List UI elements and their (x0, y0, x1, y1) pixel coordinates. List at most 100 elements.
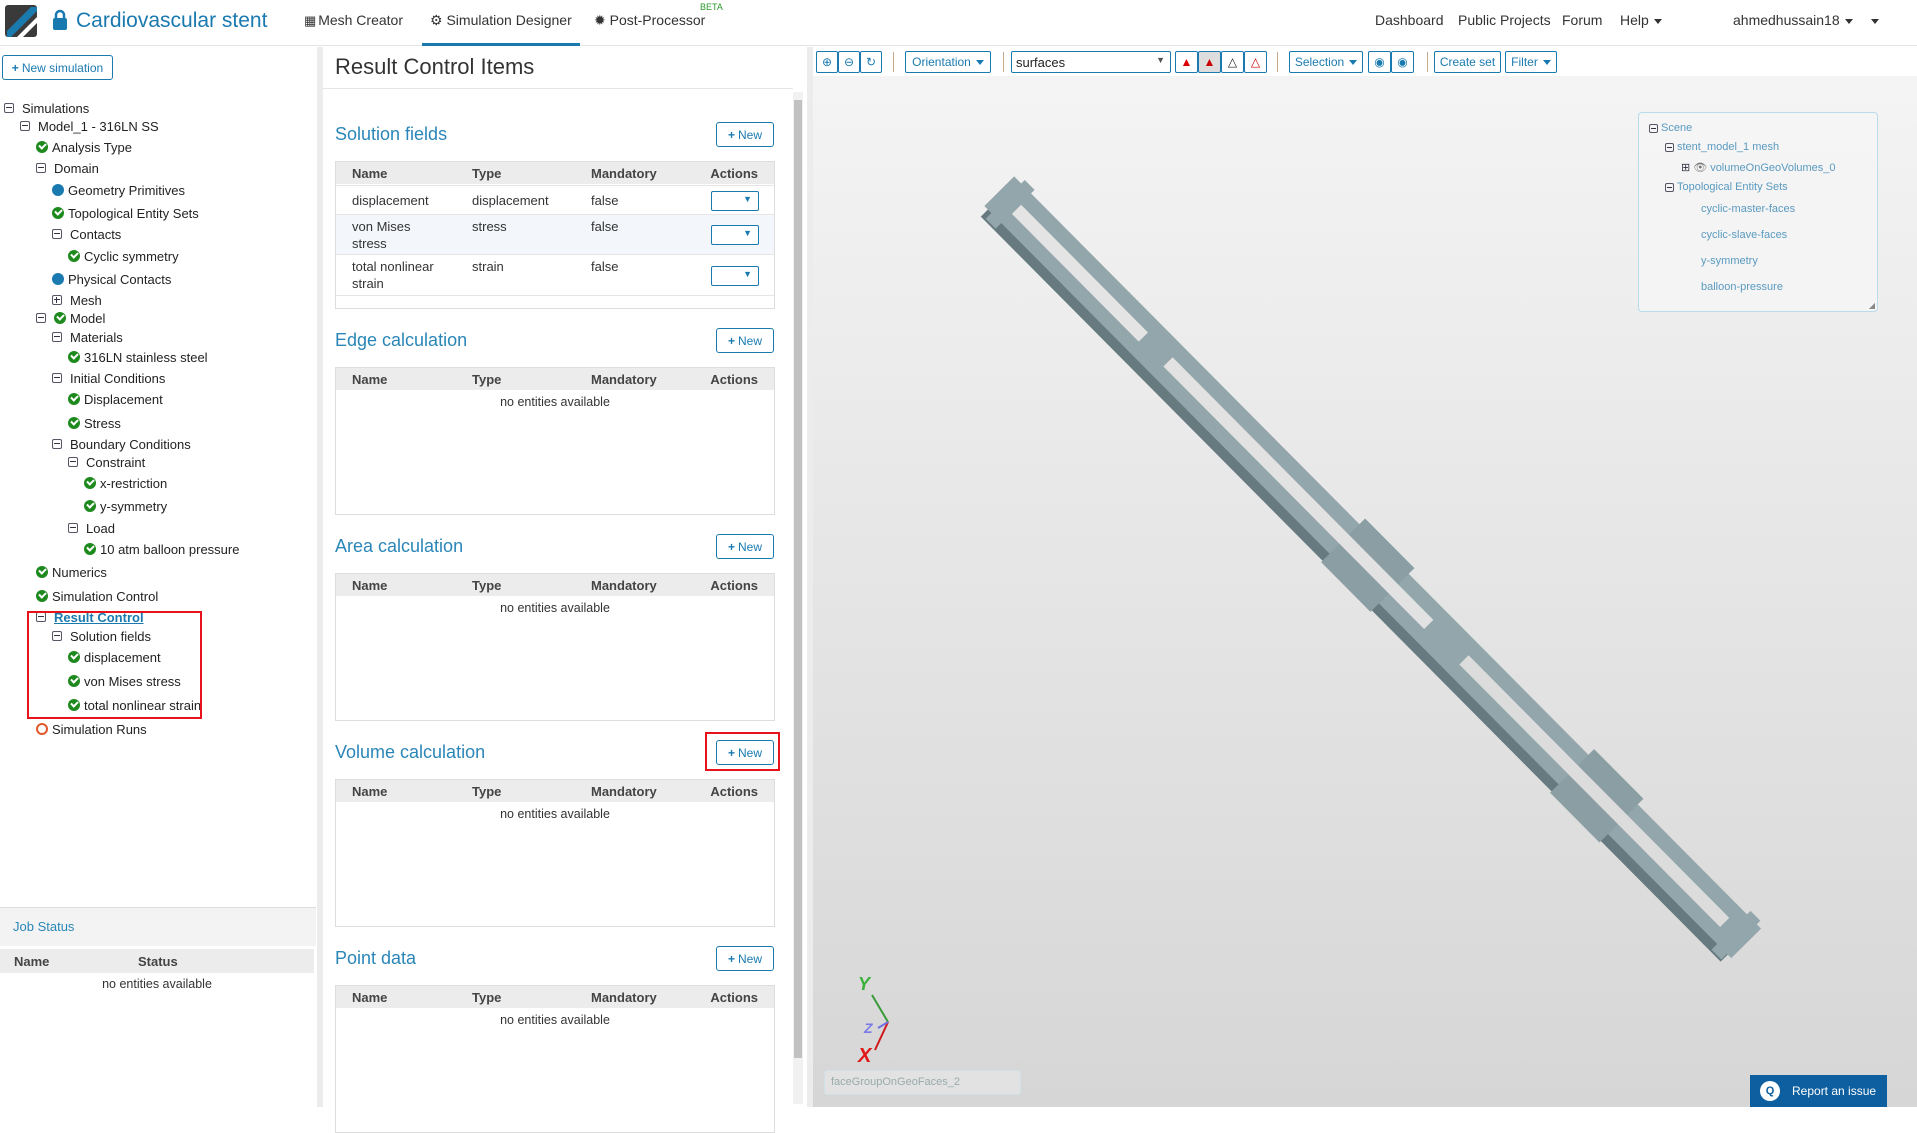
collapse-icon[interactable] (20, 121, 30, 131)
collapse-icon[interactable] (52, 229, 62, 239)
tree-item[interactable]: Stress (68, 414, 121, 432)
check-circle-icon (84, 477, 96, 489)
reset-view-button[interactable]: ↻ (860, 51, 882, 73)
column-header: Type (472, 578, 502, 593)
selection-dropdown[interactable]: Selection (1289, 51, 1363, 73)
render-mode-solid[interactable]: ▲ (1175, 51, 1198, 73)
zoom-out-button[interactable]: ⊖ (838, 51, 860, 73)
tree-item[interactable]: Numerics (36, 563, 107, 581)
tree-item[interactable]: Load (68, 519, 115, 537)
collapse-icon[interactable] (36, 163, 46, 173)
scene-root[interactable]: Scene (1649, 122, 1692, 134)
tree-item[interactable]: Geometry Primitives (52, 181, 185, 199)
tree-item[interactable]: Displacement (68, 390, 163, 408)
tree-item[interactable]: Simulations (4, 99, 89, 117)
new-button[interactable]: + New (716, 534, 774, 559)
tree-item[interactable]: Model_1 - 316LN SS (20, 117, 159, 135)
nav-post-processor[interactable]: ✹ Post-Processor (594, 12, 705, 29)
tree-item[interactable]: 10 atm balloon pressure (84, 540, 239, 558)
actions-dropdown[interactable] (711, 190, 759, 211)
create-set-button[interactable]: Create set (1434, 51, 1501, 73)
tree-item[interactable]: Topological Entity Sets (52, 204, 199, 222)
actions-dropdown[interactable] (711, 265, 759, 286)
eye-slash-icon: ◉ (1374, 55, 1385, 69)
scrollbar[interactable] (793, 92, 803, 1104)
tree-item[interactable]: Mesh (52, 291, 102, 309)
tree-item[interactable]: Contacts (52, 225, 121, 243)
actions-dropdown[interactable] (711, 225, 759, 245)
tree-item[interactable]: Materials (52, 328, 123, 346)
tree-item[interactable]: Analysis Type (36, 138, 132, 156)
collapse-icon[interactable] (52, 332, 62, 342)
highlight-box (705, 732, 780, 771)
tree-item[interactable]: Cyclic symmetry (68, 247, 179, 265)
tree-item-label: Initial Conditions (70, 370, 166, 386)
scene-volume[interactable]: ⊞ 👁 volumeOnGeoVolumes_0 (1681, 161, 1836, 175)
collapse-icon[interactable] (52, 373, 62, 383)
collapse-icon[interactable] (36, 313, 46, 323)
selected-entity-field[interactable]: faceGroupOnGeoFaces_2 (824, 1070, 1021, 1095)
user-menu[interactable]: ahmedhussain18 (1733, 12, 1853, 28)
collapse-icon[interactable] (4, 103, 14, 113)
table-cell: displacement (472, 193, 549, 208)
tree-item[interactable]: 316LN stainless steel (68, 348, 208, 366)
scene-sets[interactable]: Topological Entity Sets (1665, 181, 1788, 193)
tree-item-label: Analysis Type (52, 139, 132, 155)
new-button[interactable]: + New (716, 122, 774, 147)
app-logo[interactable] (5, 5, 37, 37)
orientation-dropdown[interactable]: Orientation (905, 51, 991, 73)
collapse-icon[interactable] (52, 439, 62, 449)
tree-item-label: Mesh (70, 292, 102, 308)
render-mode-wireframe[interactable]: △ (1221, 51, 1244, 73)
caret-down-icon: ▼ (1156, 55, 1165, 65)
eye-icon[interactable]: 👁 (1693, 161, 1707, 174)
render-mode-points[interactable]: △ (1244, 51, 1267, 73)
render-mode-solid-edges[interactable]: ▲ (1198, 51, 1221, 73)
tree-item[interactable]: Simulation Runs (36, 720, 147, 738)
divider (323, 88, 793, 89)
page-title: Result Control Items (335, 54, 535, 79)
new-button[interactable]: + New (716, 946, 774, 971)
extra-menu[interactable] (1866, 12, 1879, 28)
scene-set-item[interactable]: cyclic-master-faces (1701, 203, 1795, 215)
tree-item[interactable]: Constraint (68, 453, 145, 471)
new-button[interactable]: + New (716, 328, 774, 353)
tree-item[interactable]: Simulation Control (36, 587, 158, 605)
collapse-icon (1665, 142, 1674, 152)
collapse-icon[interactable] (68, 457, 78, 467)
tree-item[interactable]: Initial Conditions (52, 369, 165, 387)
filter-dropdown[interactable]: Filter (1505, 51, 1557, 73)
tree-item-label: y-symmetry (100, 498, 168, 514)
nav-public-projects[interactable]: Public Projects (1458, 12, 1551, 28)
tree-item[interactable]: Model (36, 309, 105, 327)
nav-forum[interactable]: Forum (1562, 12, 1602, 28)
lock-icon (53, 9, 67, 30)
representation-select[interactable]: surfaces ▼ (1011, 51, 1171, 73)
nav-simulation-designer[interactable]: ⚙ Simulation Designer (422, 12, 580, 46)
column-header: Mandatory (591, 990, 657, 1005)
scene-set-item[interactable]: cyclic-slave-faces (1701, 229, 1787, 241)
nav-mesh-creator[interactable]: ▦ Mesh Creator (304, 12, 403, 29)
tree-item[interactable]: x-restriction (84, 474, 167, 492)
table-cell: stress (472, 219, 507, 234)
show-button[interactable]: ◉ (1391, 51, 1414, 73)
scene-set-item[interactable]: balloon-pressure (1701, 281, 1783, 293)
nav-help[interactable]: Help (1620, 12, 1662, 28)
check-circle-icon (52, 207, 64, 219)
hide-button[interactable]: ◉ (1368, 51, 1391, 73)
tree-item[interactable]: y-symmetry (84, 497, 167, 515)
scene-mesh[interactable]: stent_model_1 mesh (1665, 141, 1779, 153)
expand-icon[interactable] (52, 295, 62, 305)
scene-set-item[interactable]: y-symmetry (1701, 255, 1758, 267)
nav-dashboard[interactable]: Dashboard (1375, 12, 1444, 28)
separator (1277, 52, 1278, 72)
tree-item[interactable]: Boundary Conditions (52, 435, 191, 453)
zoom-in-button[interactable]: ⊕ (816, 51, 838, 73)
tree-item[interactable]: Physical Contacts (52, 270, 171, 288)
collapse-icon[interactable] (68, 523, 78, 533)
resize-handle[interactable]: ◢ (1869, 301, 1875, 310)
report-issue-button[interactable]: Q Report an issue (1750, 1075, 1887, 1107)
new-simulation-button[interactable]: + New simulation (2, 55, 113, 80)
tree-item-label: 10 atm balloon pressure (100, 541, 240, 557)
tree-item[interactable]: Domain (36, 159, 99, 177)
